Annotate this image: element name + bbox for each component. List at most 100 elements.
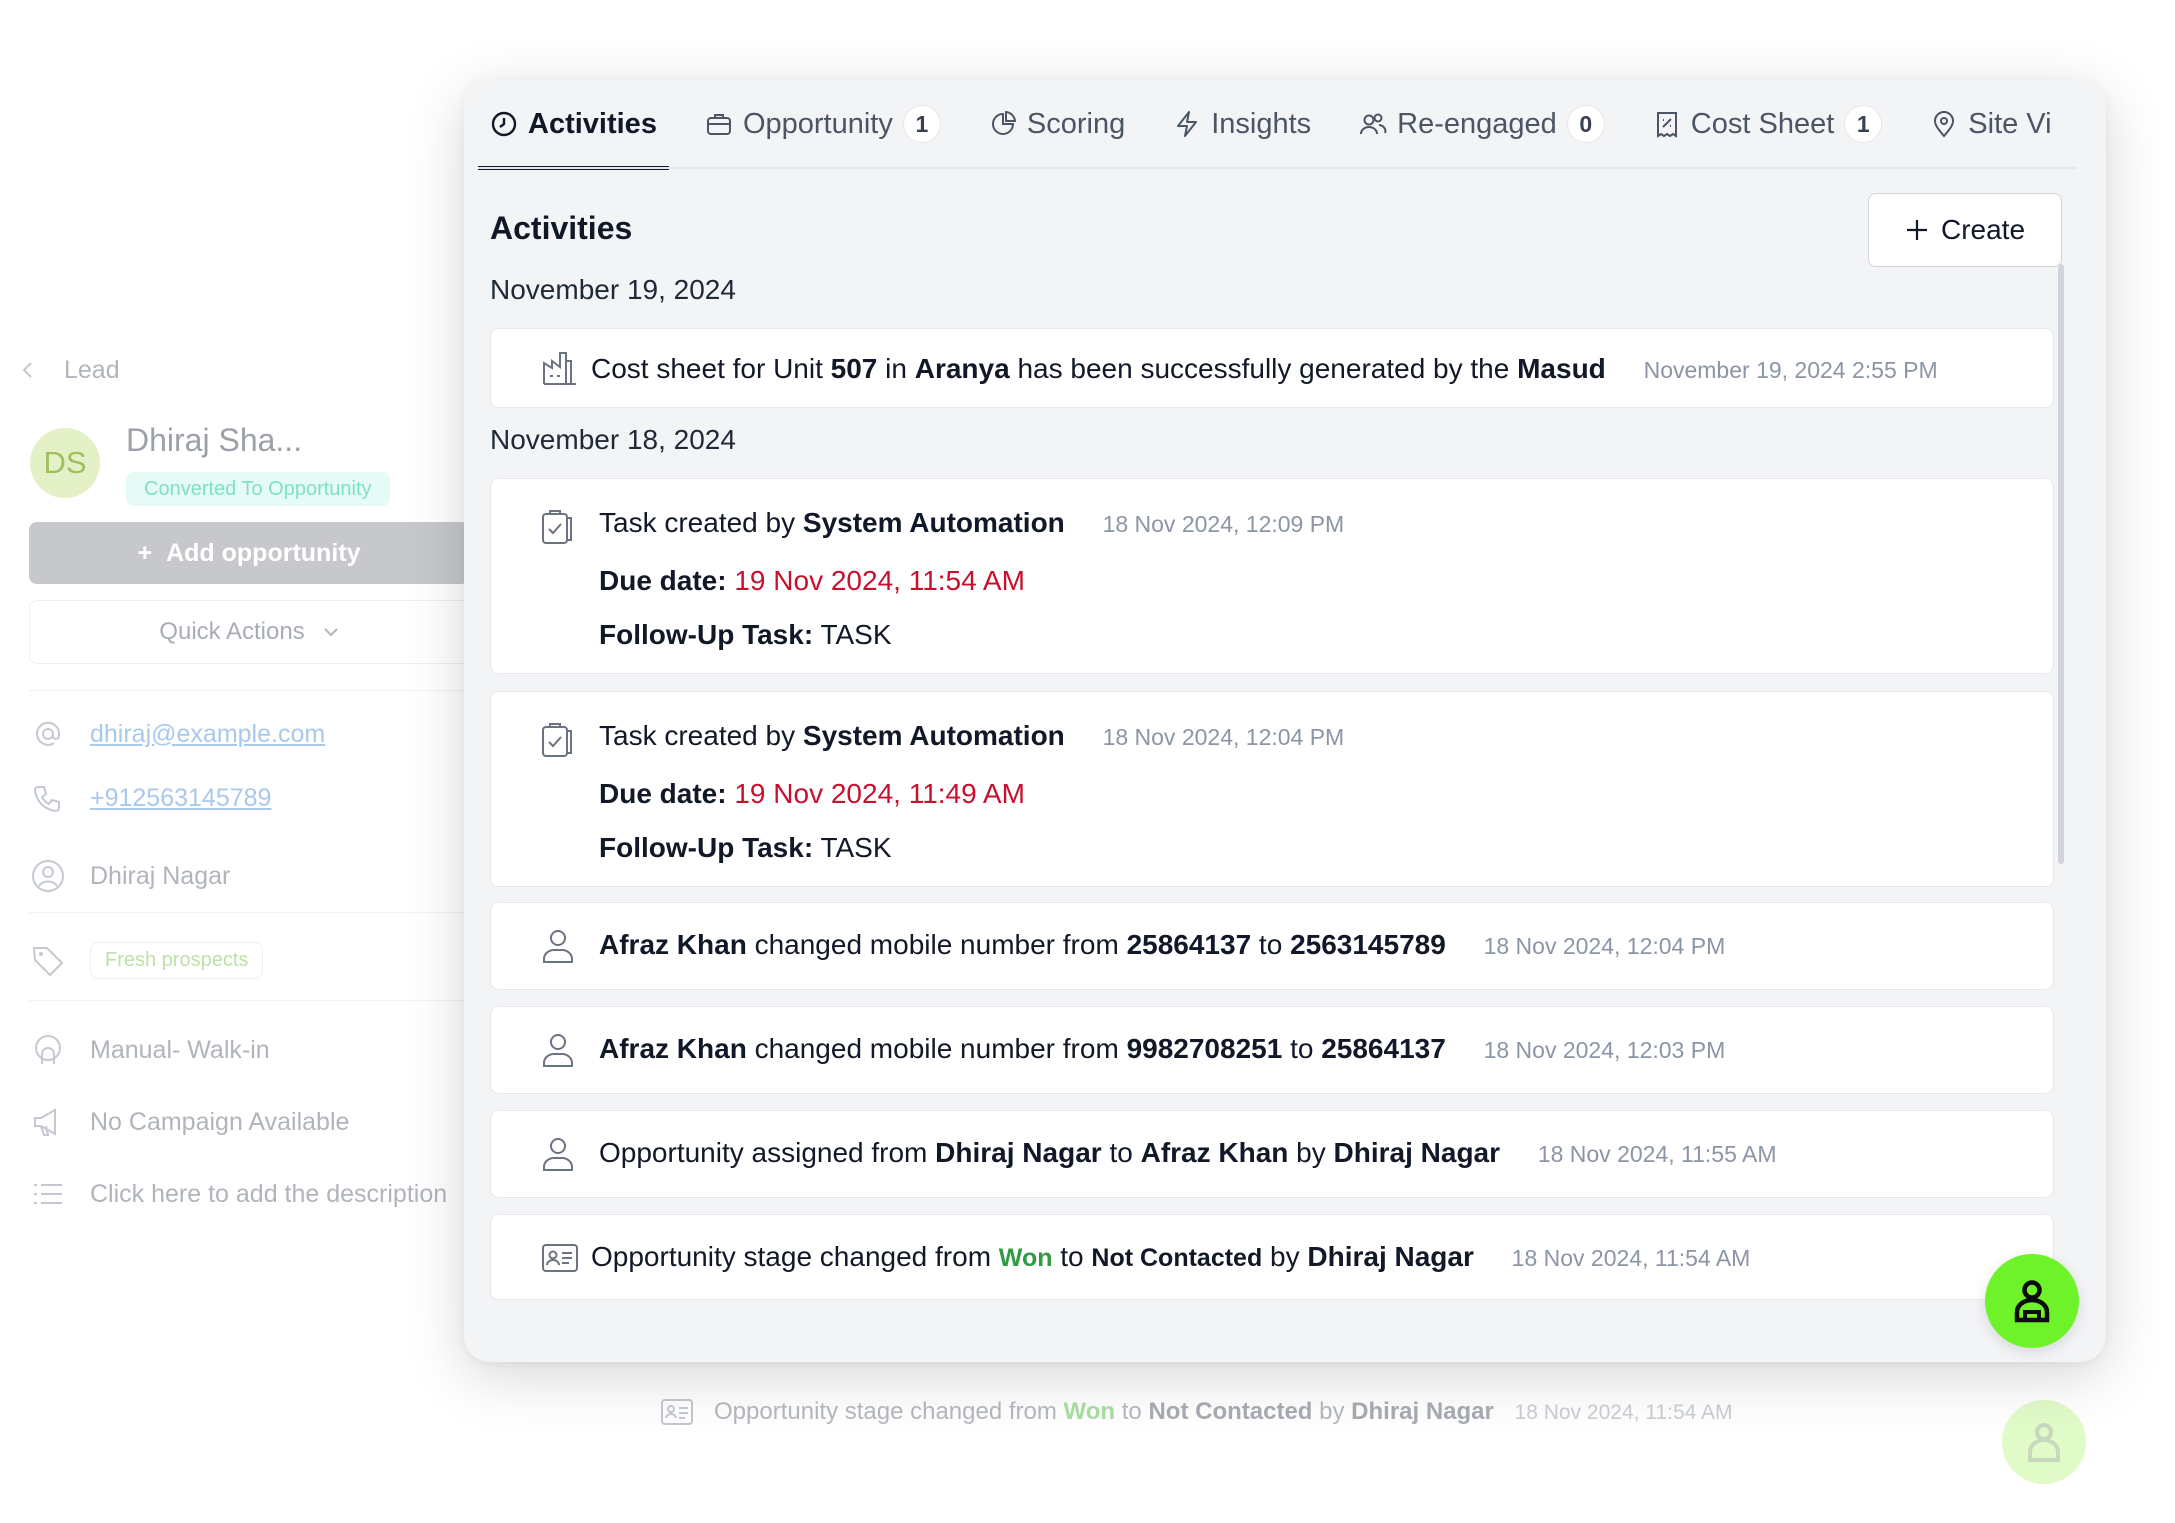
description-placeholder[interactable]: Click here to add the description [90,1180,447,1209]
ghost-to-word: to [1121,1398,1142,1425]
user-circle-icon [30,858,66,894]
activity-item-cost-sheet[interactable]: Cost sheet for Unit 507 in Aranya has be… [490,328,2054,408]
activity-text: Afraz Khan changed mobile number from 99… [599,1033,1725,1065]
ghost-text: Opportunity stage changed from [714,1398,1057,1425]
ghost-activity-row: Opportunity stage changed from Won to No… [660,1380,2060,1444]
tab-scoring[interactable]: Scoring [977,80,1137,168]
map-pin-icon [1934,111,1955,138]
users-icon [1360,113,1387,135]
ghost-to: Not Contacted [1148,1398,1313,1425]
new-number: 2563145789 [1290,929,1446,960]
user-icon [543,1138,573,1171]
clipboard-check-icon [542,723,572,757]
email-link[interactable]: dhiraj@example.com [90,720,325,749]
activity-text: Opportunity stage changed from Won to No… [591,1241,1750,1273]
back-chevron-icon[interactable] [18,360,38,380]
activity-item-mobile-change[interactable]: Afraz Khan changed mobile number from 99… [490,1006,2054,1094]
tab-site-visit[interactable]: Site Vi [1918,80,2063,168]
date-header: November 18, 2024 [490,424,736,455]
ghost-from: Won [1063,1398,1116,1425]
factory-icon [543,352,576,385]
phone-link[interactable]: +912563145789 [90,784,271,813]
activity-text: Afraz Khan changed mobile number from 25… [599,929,1725,961]
text: changed mobile number from [754,1033,1119,1064]
date-header: November 19, 2024 [490,274,736,305]
activity-item-task[interactable]: Task created by System Automation 18 Nov… [490,478,2054,674]
text: to [1290,1033,1314,1064]
ghost-actor: Dhiraj Nagar [1351,1398,1494,1425]
tag-row: Fresh prospects [30,942,264,979]
description-row[interactable]: Click here to add the description [30,1176,447,1212]
scrollbar[interactable] [2058,264,2064,864]
text: changed mobile number from [754,929,1119,960]
tab-count-badge: 0 [1566,105,1605,143]
text: in [885,353,907,384]
megaphone-icon [30,1104,66,1140]
actor-name: Dhiraj Nagar [1307,1241,1474,1272]
due-date-line: Due date: 19 Nov 2024, 11:49 AM [599,778,1025,810]
due-label: Due date: [599,778,727,809]
create-button[interactable]: Create [1868,193,2062,267]
text: by [1270,1241,1300,1272]
text: Opportunity assigned from [599,1137,928,1168]
tab-re-engaged[interactable]: Re-engaged 0 [1347,80,1617,168]
to-user: Afraz Khan [1140,1137,1289,1168]
campaign-text: No Campaign Available [90,1107,350,1136]
follow-up-label: Follow-Up Task: [599,832,814,863]
lightning-icon [1177,111,1198,137]
lead-name: Dhiraj Sha... [126,422,303,458]
tab-activities[interactable]: Activities [478,80,669,170]
tab-cost-sheet[interactable]: Cost Sheet 1 [1641,80,1894,168]
actor-name: System Automation [802,720,1065,751]
assistant-fab-button[interactable] [1985,1254,2079,1348]
id-card-icon [542,1244,578,1272]
quick-actions-label: Quick Actions [159,618,305,645]
follow-up-label: Follow-Up Task: [599,619,814,650]
at-sign-icon [30,716,66,752]
tab-insights[interactable]: Insights [1161,80,1323,168]
tab-opportunity[interactable]: Opportunity 1 [693,80,953,168]
activity-text: Task created by System Automation 18 Nov… [599,507,1344,539]
phone-row: +912563145789 [30,780,271,816]
add-opportunity-button[interactable]: + Add opportunity [29,522,469,584]
quick-actions-dropdown[interactable]: Quick Actions [29,600,471,664]
follow-up-line: Follow-Up Task: TASK [599,619,892,651]
timestamp: 18 Nov 2024, 12:04 PM [1483,933,1726,959]
divider [29,690,469,691]
owner-row: Dhiraj Nagar [30,858,230,894]
due-value: 19 Nov 2024, 11:54 AM [734,565,1025,596]
old-number: 9982708251 [1126,1033,1283,1064]
text: to [1060,1241,1084,1272]
text: Task created by [599,720,796,751]
plus-icon [1906,220,1927,240]
from-stage: Won [998,1244,1053,1272]
activities-card: Activities Opportunity 1 Scoring Insight… [464,80,2106,1362]
user-icon [543,1034,573,1067]
activity-item-stage-change[interactable]: Opportunity stage changed from Won to No… [490,1214,2054,1300]
tab-label: Opportunity [742,107,893,140]
timestamp: November 19, 2024 2:55 PM [1643,357,1938,383]
from-user: Dhiraj Nagar [935,1137,1102,1168]
actor-name: System Automation [802,507,1065,538]
person-icon [2028,1423,2060,1462]
id-card-icon [661,1399,693,1425]
clipboard-check-icon [542,510,572,544]
actor-name: Afraz Khan [599,929,747,960]
add-opportunity-label: Add opportunity [166,538,361,567]
activity-text: Cost sheet for Unit 507 in Aranya has be… [591,353,1938,385]
activity-item-mobile-change[interactable]: Afraz Khan changed mobile number from 25… [490,902,2054,990]
follow-up-value: TASK [820,619,892,650]
activity-item-task[interactable]: Task created by System Automation 18 Nov… [490,691,2054,887]
text: has been successfully generated by the [1017,353,1510,384]
user-icon [543,930,573,963]
ghost-by-word: by [1319,1398,1345,1425]
activity-text: Opportunity assigned from Dhiraj Nagar t… [599,1137,1777,1169]
text: to [1109,1137,1133,1168]
activity-item-assignment[interactable]: Opportunity assigned from Dhiraj Nagar t… [490,1110,2054,1198]
follow-up-line: Follow-Up Task: TASK [599,832,892,864]
tab-label: Activities [528,107,657,140]
source-text: Manual- Walk-in [90,1035,270,1064]
tag-badge[interactable]: Fresh prospects [90,942,264,979]
clock-icon [491,111,517,137]
breadcrumb-lead[interactable]: Lead [64,356,120,385]
